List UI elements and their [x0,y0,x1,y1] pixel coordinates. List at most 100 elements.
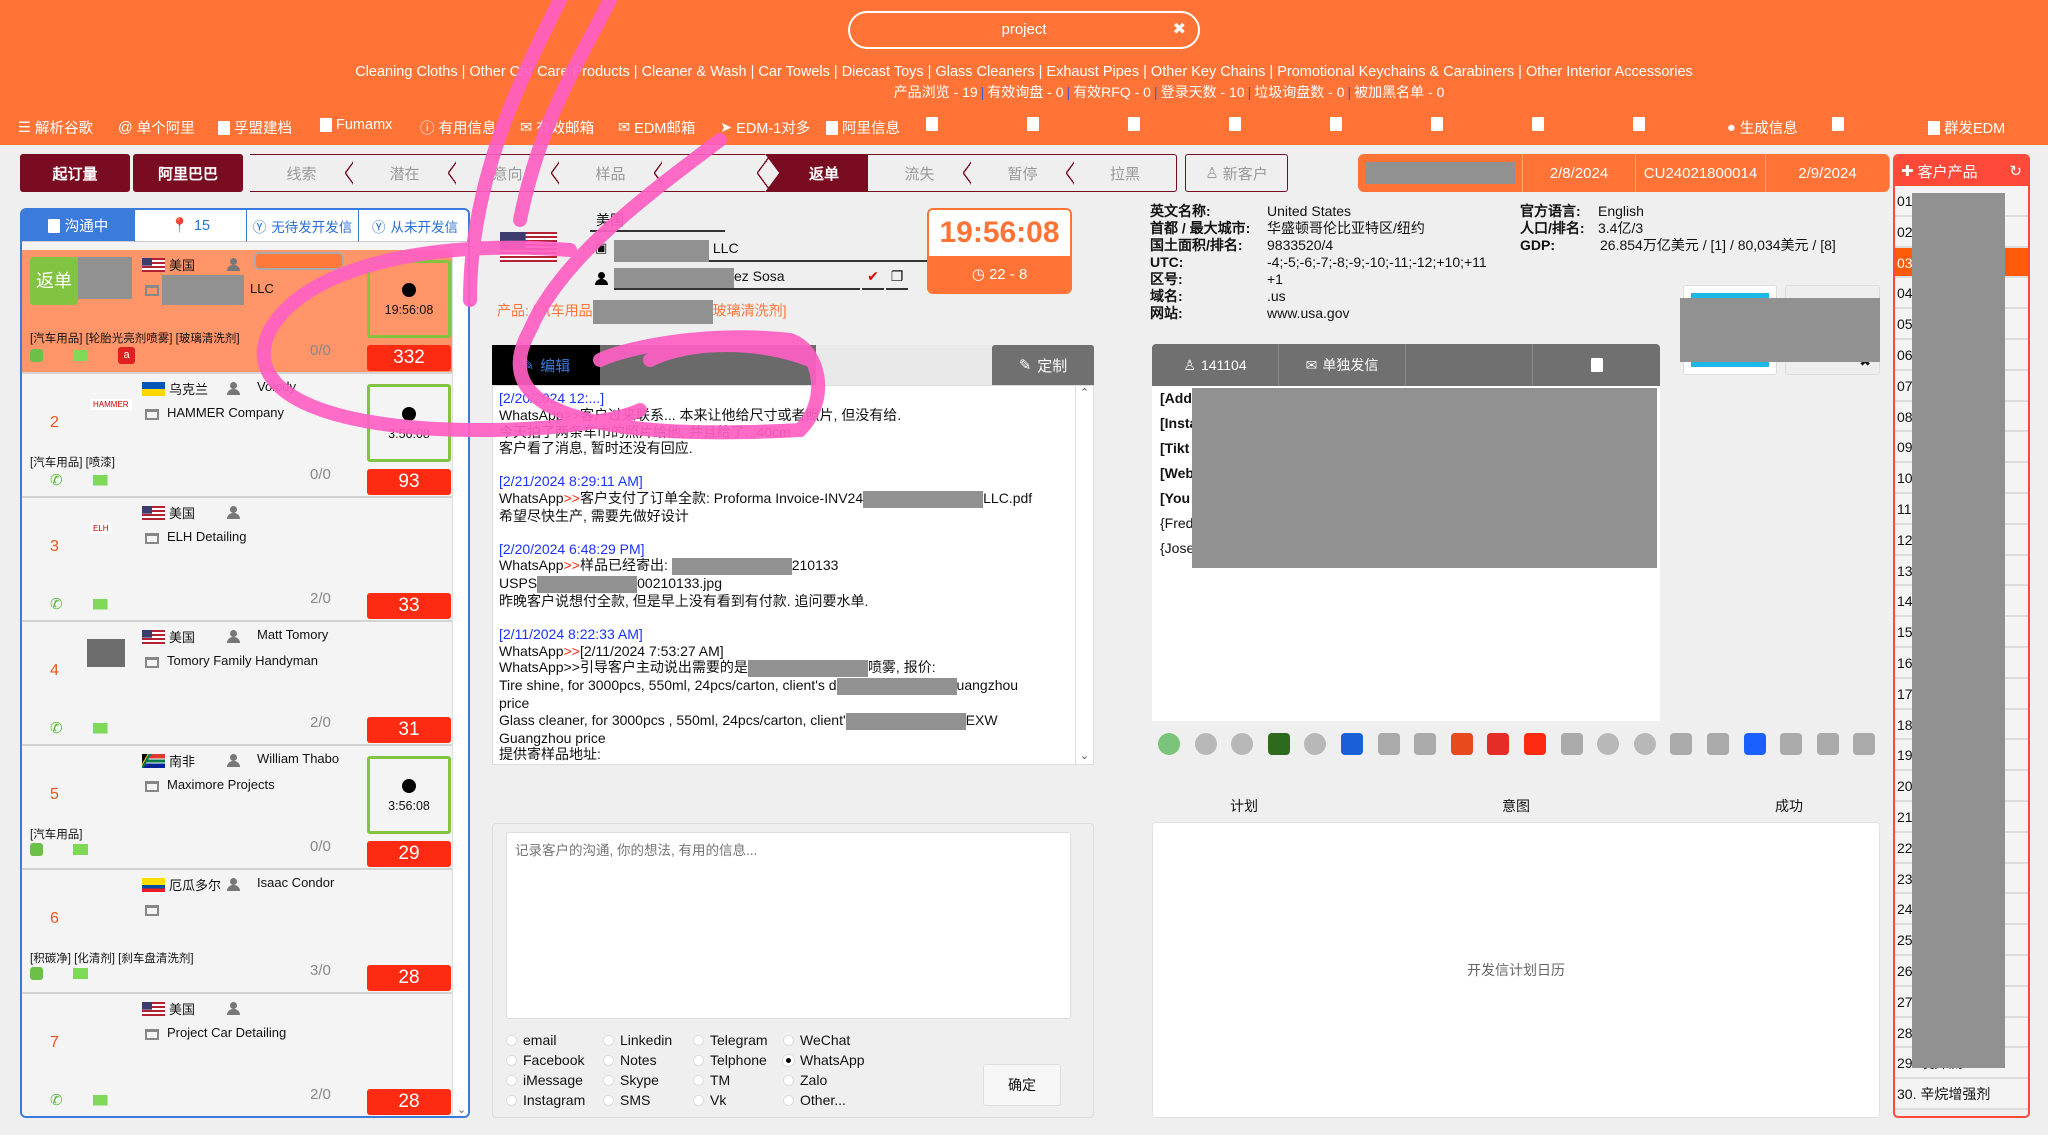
info-value[interactable]: www.usa.gov [1267,305,1349,322]
instagram-icon[interactable] [1450,733,1473,755]
customer-row[interactable]: 2 HAMMER 乌克兰 Volody HAMMER Company [汽车用品] [喷漆… [22,374,452,498]
phone-icon[interactable]: ✆ [50,1091,63,1109]
tab-4[interactable] [1533,344,1660,386]
pipeline-stage[interactable]: 阿里巴巴 [133,154,243,192]
channel-radio[interactable]: Telegram [693,1032,768,1048]
toolbar-item[interactable]: ➤ EDM-1对多 [720,117,810,138]
customer-row[interactable]: 7 美国 Project Car Detailing ✆ 2/0 28 [22,994,452,1116]
twitter-icon[interactable] [1597,733,1620,755]
log-scrollbar[interactable]: ⌃ ⌄ [1075,386,1093,764]
checkbox[interactable] [1633,117,1645,131]
checkbox[interactable] [1027,117,1039,131]
whatsapp-icon[interactable] [30,967,43,980]
pipeline-stage[interactable] [662,154,765,192]
pipeline-stage[interactable]: 线索 [250,154,353,192]
checkbox[interactable] [1532,117,1544,131]
customer-products-header[interactable]: ✚ 客户产品 ↻ [1895,156,2028,186]
email-icon[interactable] [92,722,108,734]
tab-never-emailed[interactable]: Ⓨ 从未开发信 [359,210,468,242]
square-icon[interactable] [1853,733,1876,755]
phone-icon[interactable]: ✆ [50,595,63,613]
radio-icon[interactable] [506,1034,517,1046]
youtube-icon[interactable] [1487,733,1510,755]
whatsapp-icon[interactable] [30,349,43,362]
tab-no-pending-email[interactable]: Ⓨ 无待发开发信 [247,210,359,242]
pipeline-stage[interactable]: 暂停 [971,154,1074,192]
channel-radio[interactable]: Notes [603,1052,657,1068]
yelp-icon[interactable] [1633,733,1656,755]
phone-icon[interactable]: ✆ [50,471,63,489]
search-input[interactable]: project ✖ [848,11,1200,49]
radio-icon[interactable] [693,1074,704,1086]
mobile-icon[interactable] [1194,733,1217,755]
asterisk-icon[interactable] [1377,733,1400,755]
radio-icon[interactable] [506,1094,517,1106]
pipeline-stage[interactable]: 返单 [765,154,883,192]
radio-icon[interactable] [603,1034,614,1046]
customer-row[interactable]: 5 南非 William Thabo Maximore Projects [汽车用品] 0… [22,746,452,870]
radio-icon[interactable] [603,1074,614,1086]
channel-radio[interactable]: email [506,1032,556,1048]
radio-icon[interactable] [603,1094,614,1106]
viber-icon[interactable] [1670,733,1693,755]
pipeline-stage[interactable]: 流失 [868,154,971,192]
channel-radio[interactable]: WeChat [783,1032,850,1048]
checkbox[interactable] [1431,117,1443,131]
checkbox[interactable] [1128,117,1140,131]
channel-radio[interactable]: TM [693,1072,730,1088]
pipeline-stage[interactable]: 起订量 [20,154,130,192]
toolbar-item[interactable]: ☰ 解析谷歌 [18,117,93,138]
list-scrollbar[interactable]: ⌄ [452,242,468,1116]
radio-icon[interactable] [603,1054,614,1066]
channel-radio[interactable]: SMS [603,1092,650,1108]
tab-location-count[interactable]: 📍 15 [135,210,247,242]
radio-icon[interactable] [783,1074,794,1086]
radio-icon[interactable] [506,1054,517,1066]
phone-icon[interactable] [1231,733,1254,755]
intent-label[interactable]: 意图 [1502,796,1530,816]
pipeline-stage[interactable]: 拉黑 [1074,154,1177,192]
radio-icon[interactable] [506,1074,517,1086]
channel-radio[interactable]: Telphone [693,1052,767,1068]
globe-icon[interactable] [1341,733,1363,755]
alibaba-icon[interactable]: a [118,347,135,364]
square-icon[interactable] [1816,733,1839,755]
communication-log[interactable]: [2/20/2024 12:...] WhatsApp>>客户过来联系... 本来… [492,385,1094,765]
linkedin-icon[interactable] [1560,733,1583,755]
customer-row[interactable]: 3 ELH 美国 ELH Detailing ✆ 2/0 33 [22,498,452,622]
channel-radio[interactable]: Zalo [783,1072,827,1088]
channel-radio[interactable]: Instagram [506,1092,585,1108]
zalo-icon[interactable] [1707,733,1729,755]
customer-row[interactable]: 返单 美国 LLC [汽车用品] [轮胎光亮剂喷雾] [玻璃清洗剂] a 0/0 19:56… [22,250,452,374]
generate-info-button[interactable]: ● 生成信息 [1727,117,1798,138]
pipeline-stage[interactable]: 样品 [559,154,662,192]
channel-radio[interactable]: Skype [603,1072,659,1088]
copy-icon[interactable]: ❐ [886,268,908,290]
customize-button[interactable]: ✎ 定制 [992,345,1094,385]
plan-label[interactable]: 计划 [1230,796,1258,816]
tab-communicating[interactable]: 沟通中 [22,210,135,242]
radio-icon[interactable] [783,1094,794,1106]
phone-icon[interactable]: ✆ [50,719,63,737]
email-icon[interactable] [73,350,88,361]
location-icon[interactable] [1743,733,1766,755]
wechat-icon[interactable] [1304,733,1327,755]
whatsapp-icon[interactable] [30,843,43,856]
tab-3[interactable] [708,345,816,385]
channel-radio[interactable]: WhatsApp [783,1052,865,1068]
pipeline-stage[interactable]: 意向 [456,154,559,192]
email-icon[interactable] [92,598,108,610]
tiktok-icon[interactable] [1524,733,1546,755]
email-icon[interactable] [92,474,108,486]
radio-icon[interactable] [693,1054,704,1066]
snapchat-icon[interactable] [1780,733,1803,755]
toolbar-item[interactable]: Fumamx [320,117,392,133]
channel-radio[interactable]: iMessage [506,1072,583,1088]
product-item[interactable]: 30. 辛烷增强剂 [1895,1079,2028,1110]
tab-3[interactable] [1406,344,1533,386]
email-icon[interactable] [73,968,88,979]
toolbar-item[interactable]: ⓘ 有用信息 [420,117,497,138]
radio-icon[interactable] [783,1034,794,1046]
facebook-icon[interactable] [1414,733,1437,755]
checkbox[interactable] [1330,117,1342,131]
